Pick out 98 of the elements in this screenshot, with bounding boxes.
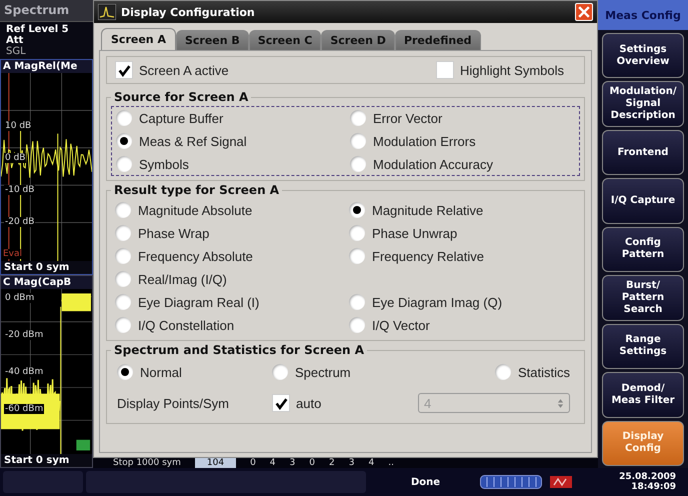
radio-button[interactable] bbox=[349, 248, 365, 264]
group-title: Spectrum and Statistics for Screen A bbox=[113, 343, 366, 357]
radio-button[interactable] bbox=[115, 294, 131, 310]
checkbox-label: Highlight Symbols bbox=[460, 62, 564, 78]
close-button[interactable] bbox=[575, 3, 593, 21]
softkey-menu-title: Meas Config bbox=[598, 0, 688, 30]
pane-title: A MagRel(Me bbox=[1, 60, 92, 73]
tab[interactable]: Predefined bbox=[394, 30, 481, 50]
axis-label: -10 dB bbox=[4, 185, 36, 195]
radio-button[interactable] bbox=[349, 225, 365, 241]
checkbox[interactable] bbox=[436, 61, 454, 79]
table-cell: 4 bbox=[368, 458, 374, 468]
spectrum-tab[interactable]: Spectrum bbox=[0, 0, 93, 22]
checkbox-label: Screen A active bbox=[139, 62, 229, 78]
pane-title: C Mag(CapB bbox=[1, 276, 92, 289]
radio-button[interactable] bbox=[349, 294, 365, 310]
axis-label: -40 dBm bbox=[4, 367, 44, 377]
radio-label: Meas & Ref Signal bbox=[139, 134, 247, 148]
group-title: Source for Screen A bbox=[113, 90, 250, 104]
radio-label: Modulation Accuracy bbox=[373, 156, 493, 172]
axis-label: 0 dB bbox=[4, 153, 26, 163]
tab[interactable]: Screen B bbox=[176, 30, 249, 50]
softkey[interactable]: Settings Overview bbox=[602, 33, 684, 78]
radio-label: Statistics bbox=[518, 364, 570, 380]
radio-button[interactable] bbox=[494, 364, 511, 380]
radio-label: I/Q Constellation bbox=[138, 318, 234, 332]
radio-label: Phase Unwrap bbox=[372, 226, 458, 240]
dialog-title: Display Configuration bbox=[121, 6, 256, 18]
axis-stop-label: Stop 1000 sym bbox=[113, 458, 181, 468]
radio-button[interactable] bbox=[115, 202, 131, 218]
radio-label: Modulation Errors bbox=[373, 134, 476, 148]
table-cell: 0 bbox=[250, 458, 256, 468]
status-icon bbox=[550, 476, 572, 488]
radio-button[interactable] bbox=[116, 156, 132, 172]
table-cell: 0 bbox=[309, 458, 315, 468]
status-message: Done bbox=[411, 476, 440, 488]
group-title: Result type for Screen A bbox=[113, 183, 280, 197]
radio-label: Symbols bbox=[139, 156, 189, 172]
radio-button[interactable] bbox=[350, 110, 366, 126]
table-cell: 4 bbox=[270, 458, 276, 468]
radio-button[interactable] bbox=[115, 271, 131, 287]
radio-button[interactable] bbox=[349, 202, 365, 218]
softkey[interactable]: Frontend bbox=[602, 130, 684, 176]
table-cell: 2 bbox=[329, 458, 335, 468]
radio-label: Normal bbox=[140, 364, 182, 380]
spin-arrows-icon bbox=[557, 398, 564, 408]
tab[interactable]: Screen C bbox=[248, 30, 322, 50]
checkbox[interactable] bbox=[115, 61, 133, 79]
radio-label: Capture Buffer bbox=[139, 110, 224, 126]
radio-button[interactable] bbox=[115, 248, 131, 264]
progress-icon bbox=[480, 475, 542, 489]
radio-label: Eye Diagram Real (I) bbox=[138, 294, 260, 310]
softkey[interactable]: Config Pattern bbox=[602, 226, 684, 272]
axis-label: -20 dBm bbox=[4, 330, 44, 340]
setting-label: Ref Level 5 bbox=[6, 24, 70, 35]
checkbox-label: auto bbox=[296, 396, 322, 410]
table-cell: 3 bbox=[290, 458, 296, 468]
marker-label: Eval bbox=[2, 249, 24, 259]
radio-label: Frequency Absolute bbox=[138, 248, 253, 264]
radio-button[interactable] bbox=[116, 110, 132, 126]
tab[interactable]: Screen D bbox=[321, 30, 395, 50]
radio-label: Magnitude Relative bbox=[372, 202, 484, 218]
radio-button[interactable] bbox=[115, 225, 131, 241]
table-cell: .. bbox=[388, 458, 394, 468]
radio-button[interactable] bbox=[272, 364, 288, 380]
softkey[interactable]: Modulation/ Signal Description bbox=[602, 81, 684, 127]
radio-label: Magnitude Absolute bbox=[138, 202, 252, 218]
field-label: Display Points/Sym bbox=[117, 396, 230, 410]
radio-button[interactable] bbox=[350, 133, 366, 149]
checkbox[interactable] bbox=[272, 394, 290, 412]
radio-label: Spectrum bbox=[295, 364, 351, 380]
radio-label: Real/Imag (I/Q) bbox=[138, 272, 227, 286]
radio-button[interactable] bbox=[349, 317, 365, 333]
softkey[interactable]: I/Q Capture bbox=[602, 178, 684, 224]
radio-label: Phase Wrap bbox=[138, 226, 210, 240]
axis-label: 10 dB bbox=[4, 121, 32, 131]
tab[interactable]: Screen A bbox=[101, 28, 176, 50]
softkey[interactable]: Range Settings bbox=[602, 324, 684, 370]
softkey[interactable]: Burst/ Pattern Search bbox=[602, 275, 684, 321]
date-label: 25.08.2009 bbox=[619, 472, 676, 482]
axis-label: -60 dBm bbox=[4, 404, 44, 414]
radio-button[interactable] bbox=[116, 133, 132, 149]
table-cell: 3 bbox=[348, 458, 354, 468]
softkey[interactable]: Demod/ Meas Filter bbox=[602, 372, 684, 418]
axis-label: -20 dB bbox=[4, 217, 36, 227]
axis-label: 0 dBm bbox=[4, 293, 36, 303]
setting-label: SGL bbox=[6, 46, 27, 57]
radio-label: Eye Diagram Imag (Q) bbox=[372, 294, 502, 310]
radio-button[interactable] bbox=[350, 156, 366, 172]
radio-label: I/Q Vector bbox=[372, 318, 430, 332]
radio-button[interactable] bbox=[117, 364, 133, 380]
radio-button[interactable] bbox=[115, 317, 131, 333]
radio-label: Frequency Relative bbox=[372, 248, 484, 264]
time-label: 18:49:09 bbox=[631, 482, 676, 492]
setting-label: Att bbox=[6, 35, 24, 46]
radio-label: Error Vector bbox=[373, 110, 442, 126]
value-cell: 104 bbox=[194, 458, 236, 468]
waveform-icon bbox=[98, 4, 116, 20]
